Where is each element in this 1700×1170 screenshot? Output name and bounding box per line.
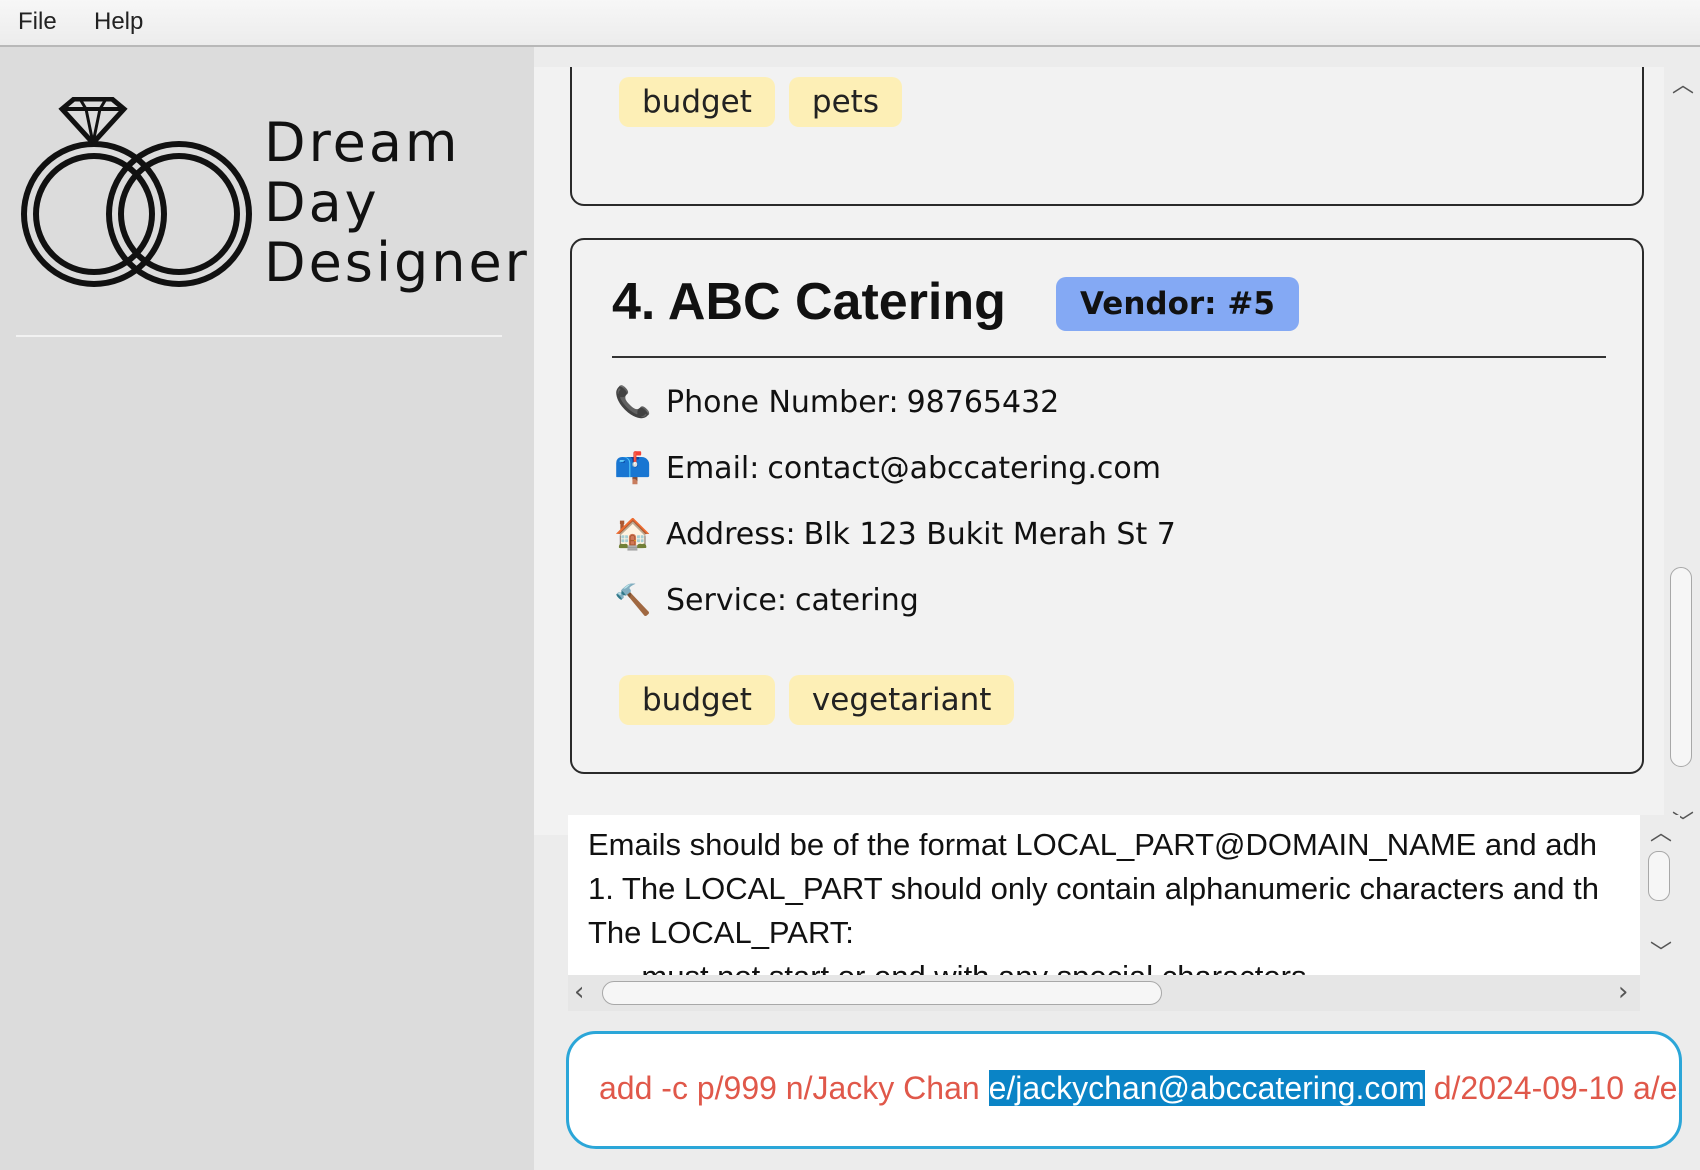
card-title: 4. ABC Catering <box>612 273 1006 331</box>
result-display[interactable]: Emails should be of the format LOCAL_PAR… <box>568 815 1648 975</box>
logo-line-3: Designer <box>264 231 530 294</box>
scrollbar-thumb[interactable] <box>1670 567 1692 767</box>
email-field: 📫 Email: contact@abccatering.com <box>614 451 1161 486</box>
scroll-down-arrow-icon[interactable]: ﹀ <box>1650 935 1672 967</box>
tag-list: budget pets <box>619 77 916 127</box>
scroll-up-arrow-icon[interactable]: ︿ <box>1650 815 1672 847</box>
contact-list[interactable]: budget pets 4. ABC Catering Vendor: #5 📞 P… <box>534 67 1664 835</box>
tag-list: budget vegetariant <box>619 675 1028 725</box>
mailbox-icon: 📫 <box>614 451 652 486</box>
vendor-badge: Vendor: #5 <box>1056 277 1299 331</box>
result-horizontal-scrollbar[interactable]: ‹ › <box>568 975 1640 1011</box>
contact-card[interactable]: budget pets <box>570 67 1644 206</box>
menu-file[interactable]: File <box>18 8 57 36</box>
tag: pets <box>788 77 902 127</box>
command-input[interactable]: add -c p/999 n/Jacky Chan e/jackychan@ab… <box>566 1031 1682 1149</box>
phone-label: Phone Number: <box>666 385 899 420</box>
command-text-after: d/2024-09-10 a/ea <box>1424 1070 1682 1106</box>
command-text-before: add -c p/999 n/Jacky Chan <box>599 1070 989 1106</box>
service-field: 🔨 Service: catering <box>614 583 919 618</box>
app-logo-text: Dream Day Designer <box>264 113 530 293</box>
result-line: The LOCAL_PART: <box>588 915 854 950</box>
menu-bar: File Help <box>0 0 1700 47</box>
command-text-selected: e/jackychan@abccatering.com <box>988 1070 1425 1106</box>
phone-value: 98765432 <box>906 385 1060 420</box>
email-value: contact@abccatering.com <box>767 451 1161 486</box>
logo-line-2: Day <box>264 171 380 234</box>
tag: budget <box>619 675 775 725</box>
tag: budget <box>619 77 775 127</box>
scrollbar-thumb[interactable] <box>602 981 1162 1005</box>
result-line: - must not start or end with any special… <box>588 955 1599 975</box>
address-label: Address: <box>666 517 796 552</box>
phone-field: 📞 Phone Number: 98765432 <box>614 385 1059 420</box>
address-value: Blk 123 Bukit Merah St 7 <box>803 517 1176 552</box>
service-label: Service: <box>666 583 787 618</box>
command-text[interactable]: add -c p/999 n/Jacky Chan e/jackychan@ab… <box>599 1070 1682 1107</box>
scrollbar-thumb[interactable] <box>1648 851 1670 901</box>
card-divider <box>612 356 1606 358</box>
wedding-rings-icon <box>21 97 252 287</box>
result-text: Emails should be of the format LOCAL_PAR… <box>588 823 1599 975</box>
main-panel: budget pets 4. ABC Catering Vendor: #5 📞 P… <box>534 47 1700 1170</box>
tag: vegetariant <box>788 675 1015 725</box>
sidebar-divider <box>16 335 502 337</box>
logo-line-1: Dream <box>264 111 461 174</box>
contact-card[interactable]: 4. ABC Catering Vendor: #5 📞 Phone Number… <box>570 238 1644 774</box>
address-field: 🏠 Address: Blk 123 Bukit Merah St 7 <box>614 517 1176 552</box>
scroll-right-arrow-icon[interactable]: › <box>1618 977 1628 1007</box>
result-line: Emails should be of the format LOCAL_PAR… <box>588 827 1597 862</box>
sidebar: Dream Day Designer <box>0 47 534 1170</box>
hammer-icon: 🔨 <box>614 583 652 618</box>
scroll-up-arrow-icon[interactable]: ︿ <box>1672 67 1694 99</box>
email-label: Email: <box>666 451 760 486</box>
scroll-left-arrow-icon[interactable]: ‹ <box>574 977 584 1007</box>
result-line: 1. The LOCAL_PART should only contain al… <box>588 871 1599 906</box>
telephone-icon: 📞 <box>614 385 652 420</box>
result-vertical-scrollbar[interactable]: ︿ ﹀ <box>1640 815 1680 975</box>
house-icon: 🏠 <box>614 517 652 552</box>
menu-help[interactable]: Help <box>94 8 143 36</box>
service-value: catering <box>794 583 919 618</box>
list-scrollbar[interactable]: ︿ ﹀ <box>1664 67 1700 836</box>
